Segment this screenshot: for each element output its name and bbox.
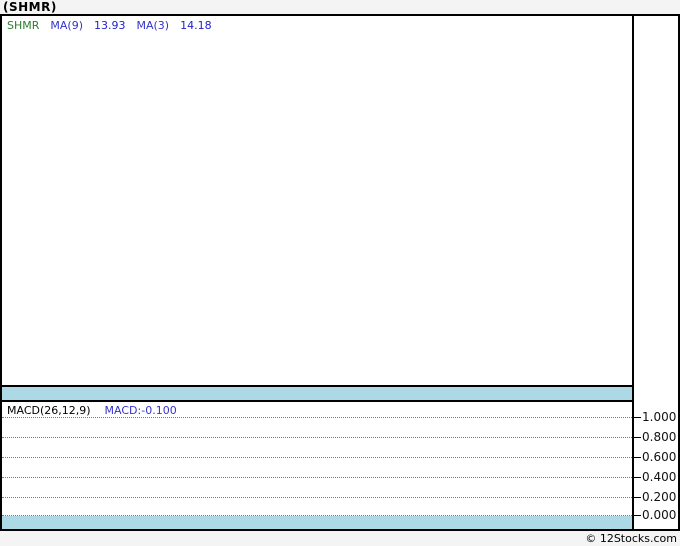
macd-gridline <box>2 497 632 498</box>
chart-frame: SHMR MA(9) 13.93 MA(3) 14.18 MACD(26,12,9) MA… <box>0 14 680 531</box>
ma3-value: 14.18 <box>180 19 212 32</box>
site-credit[interactable]: © 12Stocks.com <box>0 531 680 546</box>
y-axis-tick: 0.200 <box>634 490 676 504</box>
ma9-label: MA(9) <box>50 19 83 32</box>
macd-gridline <box>2 417 632 418</box>
macd-legend: MACD(26,12,9) MACD:-0.100 <box>7 404 177 417</box>
tick-label: 0.600 <box>642 450 677 464</box>
price-panel: SHMR MA(9) 13.93 MA(3) 14.18 <box>2 16 632 385</box>
macd-y-axis: 1.000 0.800 0.600 0.400 0.200 0.000 <box>632 16 678 529</box>
tick-mark <box>634 436 641 438</box>
y-axis-tick: 0.400 <box>634 470 676 484</box>
y-axis-tick: 0.000 <box>634 508 676 522</box>
macd-bottom-band <box>2 516 632 529</box>
tick-label: 0.400 <box>642 470 677 484</box>
macd-gridline <box>2 477 632 478</box>
ticker-symbol: SHMR <box>7 19 40 32</box>
tick-label: 0.000 <box>642 508 677 522</box>
macd-gridline <box>2 457 632 458</box>
tick-label: 0.800 <box>642 430 677 444</box>
y-axis-tick: 1.000 <box>634 410 676 424</box>
macd-gridline <box>2 437 632 438</box>
macd-value-label: MACD:-0.100 <box>104 404 177 417</box>
tick-mark <box>634 456 641 458</box>
divider-band <box>2 385 632 402</box>
tick-mark <box>634 514 641 516</box>
tick-mark <box>634 416 641 418</box>
plot-column: SHMR MA(9) 13.93 MA(3) 14.18 MACD(26,12,9) MA… <box>2 16 632 529</box>
ma3-label: MA(3) <box>136 19 170 32</box>
page-title: (SHMR) <box>3 0 57 14</box>
tick-label: 0.200 <box>642 490 677 504</box>
ma9-value: 13.93 <box>94 19 126 32</box>
macd-panel: MACD(26,12,9) MACD:-0.100 <box>2 402 632 529</box>
tick-mark <box>634 496 641 498</box>
price-legend: SHMR MA(9) 13.93 MA(3) 14.18 <box>7 19 223 32</box>
macd-params-label: MACD(26,12,9) <box>7 404 91 417</box>
y-axis-tick: 0.800 <box>634 430 676 444</box>
tick-mark <box>634 476 641 478</box>
tick-label: 1.000 <box>642 410 677 424</box>
y-axis-tick: 0.600 <box>634 450 676 464</box>
